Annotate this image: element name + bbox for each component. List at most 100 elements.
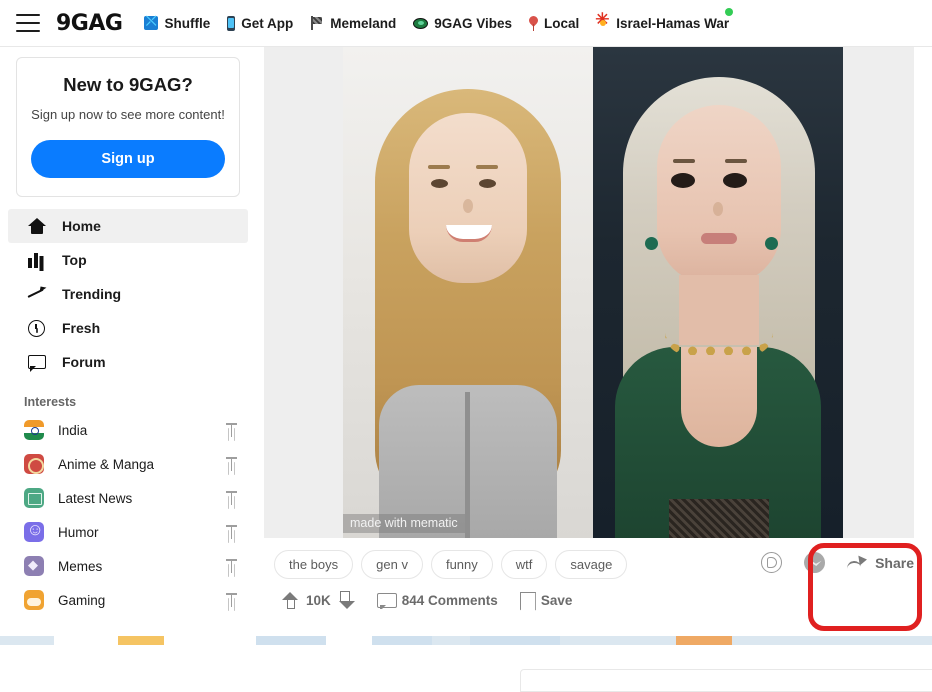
strip-block (676, 636, 732, 645)
signup-button[interactable]: Sign up (31, 140, 225, 179)
header-link-get-app[interactable]: Get App (227, 15, 294, 31)
header-link-shuffle[interactable]: Shuffle (144, 13, 211, 31)
post-image[interactable]: made with mematic (343, 47, 843, 538)
sidebar-interest-anime-manga[interactable]: Anime & Manga (0, 447, 256, 481)
portrait-brow (476, 165, 498, 169)
explosion-icon (595, 11, 610, 30)
comments-button[interactable]: 844 Comments (376, 592, 498, 609)
meme-right-panel (593, 47, 843, 538)
portrait-chest (681, 347, 757, 447)
signup-subtitle: Sign up now to see more content! (31, 107, 225, 122)
flag-icon (310, 16, 324, 30)
portrait-eye (479, 179, 496, 188)
sidebar-interest-memes[interactable]: Memes (0, 549, 256, 583)
pin-icon[interactable] (225, 524, 238, 540)
portrait-eye (671, 173, 695, 188)
portrait-necklace (665, 333, 773, 355)
interest-label: India (58, 422, 88, 438)
pin-icon[interactable] (225, 456, 238, 472)
sidebar-item-label: Forum (62, 354, 106, 371)
whatsapp-icon[interactable] (761, 552, 783, 573)
messenger-icon[interactable] (804, 552, 826, 573)
header-link-label: Shuffle (164, 15, 211, 31)
sidebar-interest-gaming[interactable]: Gaming (0, 583, 256, 617)
pin-icon[interactable] (225, 592, 238, 608)
sidebar-item-label: Top (62, 252, 87, 269)
sidebar-item-fresh[interactable]: Fresh (8, 311, 248, 345)
post-action-bar: 10K 844 Comments Save (264, 579, 914, 610)
hamburger-menu-icon[interactable] (16, 14, 40, 32)
portrait-brow (428, 165, 450, 169)
signup-card: New to 9GAG? Sign up now to see more con… (16, 57, 240, 198)
strip-block (54, 636, 414, 645)
portrait-eye (431, 179, 448, 188)
share-cluster: Share (761, 552, 914, 573)
save-button[interactable]: Save (520, 592, 573, 610)
sidebar-item-home[interactable]: Home (8, 209, 248, 244)
tag-funny[interactable]: funny (430, 550, 493, 579)
portrait-eye (723, 173, 747, 188)
sidebar-item-label: Trending (62, 286, 122, 303)
mask-icon (24, 522, 44, 543)
primary-nav: Home Top Trending Fresh Forum (0, 209, 256, 379)
portrait-face (657, 105, 781, 285)
map-pin-icon (529, 16, 538, 31)
clock-icon (28, 319, 46, 338)
header-link-label: Get App (241, 15, 294, 31)
interest-label: Humor (58, 524, 99, 540)
vote-group: 10K (282, 591, 355, 610)
trending-up-icon (28, 285, 46, 303)
header-link-label: 9GAG Vibes (434, 15, 513, 31)
arrow-up-icon[interactable] (282, 591, 299, 610)
tag-wtf[interactable]: wtf (500, 550, 548, 579)
sidebar-interest-latest-news[interactable]: Latest News (0, 481, 256, 515)
bookmark-icon (520, 592, 534, 610)
phone-icon (227, 15, 236, 31)
tag-gen-v[interactable]: gen v (361, 550, 423, 579)
sidebar-item-top[interactable]: Top (8, 243, 248, 277)
portrait-zipper (465, 392, 470, 538)
header-link-label: Local (544, 15, 580, 31)
sidebar-item-label: Home (62, 218, 101, 235)
pin-icon[interactable] (225, 490, 238, 506)
portrait-mouth (701, 233, 737, 244)
header-link-memeland[interactable]: Memeland (310, 16, 396, 31)
gamepad-icon (24, 590, 44, 611)
hamburger-line (16, 29, 40, 32)
next-post-preview[interactable] (520, 669, 932, 692)
sidebar-item-forum[interactable]: Forum (8, 345, 248, 379)
strip-block (256, 636, 326, 645)
interest-label: Latest News (58, 490, 133, 506)
share-button[interactable]: Share (847, 554, 914, 571)
portrait-earring (645, 237, 658, 250)
header-link-9gag-vibes[interactable]: 9GAG Vibes (413, 16, 512, 31)
page-bottom-strip (0, 636, 932, 645)
portrait-brow (725, 159, 747, 163)
signup-title: New to 9GAG? (63, 74, 193, 95)
pin-icon[interactable] (225, 422, 238, 438)
sidebar-interest-india[interactable]: India (0, 413, 256, 447)
live-dot-icon (725, 7, 734, 16)
comment-icon (376, 592, 397, 609)
strip-block (372, 636, 432, 645)
shuffle-icon (144, 13, 159, 30)
save-label: Save (540, 593, 573, 608)
header-link-local[interactable]: Local (529, 16, 579, 31)
image-watermark: made with mematic (343, 514, 465, 533)
ufo-icon (413, 17, 429, 29)
post-card: made with mematic the boys gen v funny w… (264, 47, 914, 610)
arrow-down-icon[interactable] (338, 591, 355, 610)
post-image-container[interactable]: made with mematic (264, 47, 914, 538)
portrait-face (409, 113, 527, 283)
tag-savage[interactable]: savage (555, 550, 628, 579)
comments-count: 844 Comments (401, 593, 498, 608)
sidebar-item-trending[interactable]: Trending (8, 277, 248, 311)
header-link-israel-hamas-war[interactable]: Israel-Hamas War (595, 7, 734, 31)
share-arrow-icon (847, 554, 867, 571)
site-logo[interactable]: 9GAG (56, 11, 123, 36)
pin-icon[interactable] (225, 558, 238, 574)
tag-the-boys[interactable]: the boys (274, 550, 354, 579)
left-sidebar: New to 9GAG? Sign up now to see more con… (0, 47, 256, 645)
header-link-label: Memeland (330, 15, 397, 31)
sidebar-interest-humor[interactable]: Humor (0, 515, 256, 549)
